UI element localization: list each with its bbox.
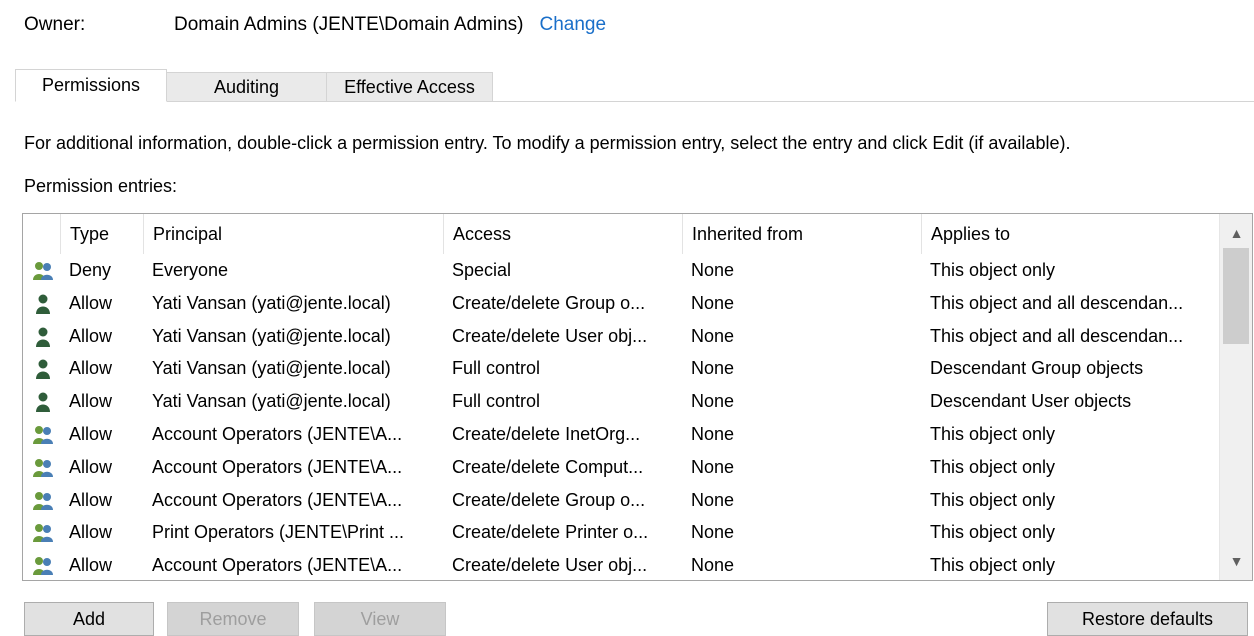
column-header-icon[interactable] <box>23 214 60 254</box>
cell-type: Allow <box>69 423 113 444</box>
cell-principal: Yati Vansan (yati@jente.local) <box>152 358 391 379</box>
cell-applies-to: This object and all descendan... <box>930 325 1184 346</box>
list-header: Type Principal Access Inherited from App… <box>23 214 1219 254</box>
cell-access: Special <box>452 260 512 280</box>
cell-inherited-from: None <box>691 522 735 543</box>
group-icon <box>33 557 53 576</box>
cell-inherited-from: None <box>691 555 735 576</box>
cell-type: Allow <box>69 489 113 510</box>
cell-principal: Account Operators (JENTE\A... <box>152 423 403 444</box>
cell-inherited-from: None <box>691 260 735 280</box>
table-row[interactable]: Deny Everyone Special None This object o… <box>23 254 1219 287</box>
cell-type: Allow <box>69 358 113 379</box>
cell-type: Allow <box>69 391 113 412</box>
group-icon <box>33 425 53 444</box>
cell-principal: Everyone <box>152 260 229 280</box>
column-header-principal[interactable]: Principal <box>143 214 443 254</box>
owner-row: Owner: Domain Admins (JENTE\Domain Admin… <box>24 12 606 38</box>
info-text: For additional information, double-click… <box>24 133 1071 153</box>
cell-type: Allow <box>69 325 113 346</box>
cell-applies-to: This object and all descendan... <box>930 292 1184 313</box>
cell-applies-to: This object only <box>930 260 1056 280</box>
group-icon <box>33 458 53 477</box>
cell-applies-to: This object only <box>930 456 1056 477</box>
permission-entries-label: Permission entries: <box>24 176 178 196</box>
cell-inherited-from: None <box>691 358 735 379</box>
cell-inherited-from: None <box>691 423 735 444</box>
table-row[interactable]: Allow Account Operators (JENTE\A... Crea… <box>23 451 1219 484</box>
cell-principal: Account Operators (JENTE\A... <box>152 489 403 510</box>
remove-button[interactable]: Remove <box>167 602 299 636</box>
cell-principal: Account Operators (JENTE\A... <box>152 555 403 576</box>
tab-auditing[interactable]: Auditing <box>167 72 327 102</box>
scroll-down-icon[interactable]: ▼ <box>1220 546 1252 576</box>
table-row[interactable]: Allow Yati Vansan (yati@jente.local) Ful… <box>23 352 1219 385</box>
cell-type: Allow <box>69 292 113 313</box>
cell-access: Create/delete Comput... <box>452 456 644 477</box>
cell-applies-to: Descendant User objects <box>930 391 1132 412</box>
table-row[interactable]: Allow Account Operators (JENTE\A... Crea… <box>23 418 1219 451</box>
cell-principal: Yati Vansan (yati@jente.local) <box>152 325 391 346</box>
table-row[interactable]: Allow Print Operators (JENTE\Print ... C… <box>23 516 1219 549</box>
cell-access: Create/delete Group o... <box>452 292 646 313</box>
scroll-thumb[interactable] <box>1223 248 1249 344</box>
column-header-inherited-from[interactable]: Inherited from <box>682 214 921 254</box>
cell-access: Create/delete Group o... <box>452 489 646 510</box>
column-header-type[interactable]: Type <box>60 214 143 254</box>
cell-access: Full control <box>452 358 541 379</box>
cell-type: Deny <box>69 260 112 280</box>
vertical-scrollbar[interactable]: ▲ ▼ <box>1219 214 1252 580</box>
column-header-applies-to[interactable]: Applies to <box>921 214 1221 254</box>
user-icon <box>36 392 50 413</box>
cell-access: Create/delete User obj... <box>452 555 648 576</box>
table-row[interactable]: Allow Account Operators (JENTE\A... Crea… <box>23 549 1219 580</box>
tab-effective-access[interactable]: Effective Access <box>327 72 493 102</box>
cell-type: Allow <box>69 456 113 477</box>
permission-entries-list[interactable]: Type Principal Access Inherited from App… <box>22 213 1253 581</box>
cell-access: Full control <box>452 391 541 412</box>
group-icon <box>33 262 53 280</box>
user-icon <box>36 327 50 347</box>
cell-applies-to: Descendant Group objects <box>930 358 1144 379</box>
cell-access: Create/delete Printer o... <box>452 522 649 543</box>
cell-access: Create/delete User obj... <box>452 325 648 346</box>
cell-applies-to: This object only <box>930 522 1056 543</box>
cell-principal: Yati Vansan (yati@jente.local) <box>152 391 391 412</box>
tab-permissions[interactable]: Permissions <box>15 69 167 102</box>
cell-applies-to: This object only <box>930 555 1056 576</box>
add-button[interactable]: Add <box>24 602 154 636</box>
cell-inherited-from: None <box>691 325 735 346</box>
group-icon <box>33 491 53 510</box>
table-row[interactable]: Allow Yati Vansan (yati@jente.local) Cre… <box>23 287 1219 320</box>
cell-inherited-from: None <box>691 391 735 412</box>
cell-type: Allow <box>69 555 113 576</box>
cell-principal: Account Operators (JENTE\A... <box>152 456 403 477</box>
cell-inherited-from: None <box>691 456 735 477</box>
owner-value: Domain Admins (JENTE\Domain Admins) <box>174 14 524 35</box>
scroll-up-icon[interactable]: ▲ <box>1220 218 1252 248</box>
tab-strip: Permissions Auditing Effective Access <box>15 68 1254 102</box>
table-row[interactable]: Allow Account Operators (JENTE\A... Crea… <box>23 484 1219 517</box>
cell-principal: Yati Vansan (yati@jente.local) <box>152 292 391 313</box>
rows-container: Deny Everyone Special None This object o… <box>23 254 1219 580</box>
cell-type: Allow <box>69 522 113 543</box>
cell-applies-to: This object only <box>930 489 1056 510</box>
cell-applies-to: This object only <box>930 423 1056 444</box>
change-owner-link[interactable]: Change <box>540 14 607 36</box>
cell-inherited-from: None <box>691 292 735 313</box>
view-button[interactable]: View <box>314 602 446 636</box>
table-row[interactable]: Allow Yati Vansan (yati@jente.local) Ful… <box>23 385 1219 418</box>
cell-principal: Print Operators (JENTE\Print ... <box>152 522 405 543</box>
cell-access: Create/delete InetOrg... <box>452 423 641 444</box>
user-icon <box>36 359 50 380</box>
column-header-access[interactable]: Access <box>443 214 682 254</box>
cell-inherited-from: None <box>691 489 735 510</box>
group-icon <box>33 524 53 543</box>
owner-label: Owner: <box>24 14 86 35</box>
restore-defaults-button[interactable]: Restore defaults <box>1047 602 1248 636</box>
table-row[interactable]: Allow Yati Vansan (yati@jente.local) Cre… <box>23 320 1219 353</box>
user-icon <box>36 294 50 314</box>
